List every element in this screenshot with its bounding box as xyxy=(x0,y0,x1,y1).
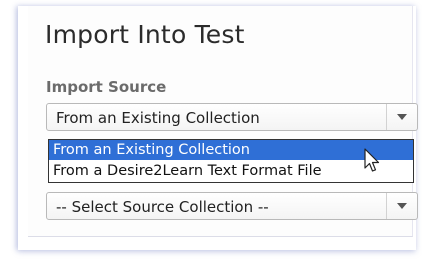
import-source-options-list: From an Existing Collection From a Desir… xyxy=(48,139,414,183)
option-text-format-file[interactable]: From a Desire2Learn Text Format File xyxy=(49,161,413,181)
source-collection-dropdown-button[interactable] xyxy=(386,193,417,219)
import-source-dropdown-button[interactable] xyxy=(386,104,417,130)
mouse-pointer-icon xyxy=(364,148,380,172)
page-title: Import Into Test xyxy=(45,20,245,49)
import-panel-body: Import Into Test Import Source From an E… xyxy=(28,6,418,237)
chevron-down-icon xyxy=(397,203,407,209)
import-source-label: Import Source xyxy=(46,78,167,96)
import-panel: Import Into Test Import Source From an E… xyxy=(18,6,418,250)
import-source-value: From an Existing Collection xyxy=(56,109,260,127)
chevron-down-icon xyxy=(397,114,407,120)
option-existing-collection[interactable]: From an Existing Collection xyxy=(49,140,413,160)
source-collection-select[interactable]: -- Select Source Collection -- xyxy=(46,192,418,220)
import-source-select[interactable]: From an Existing Collection xyxy=(46,103,418,131)
source-collection-value: -- Select Source Collection -- xyxy=(56,198,269,216)
